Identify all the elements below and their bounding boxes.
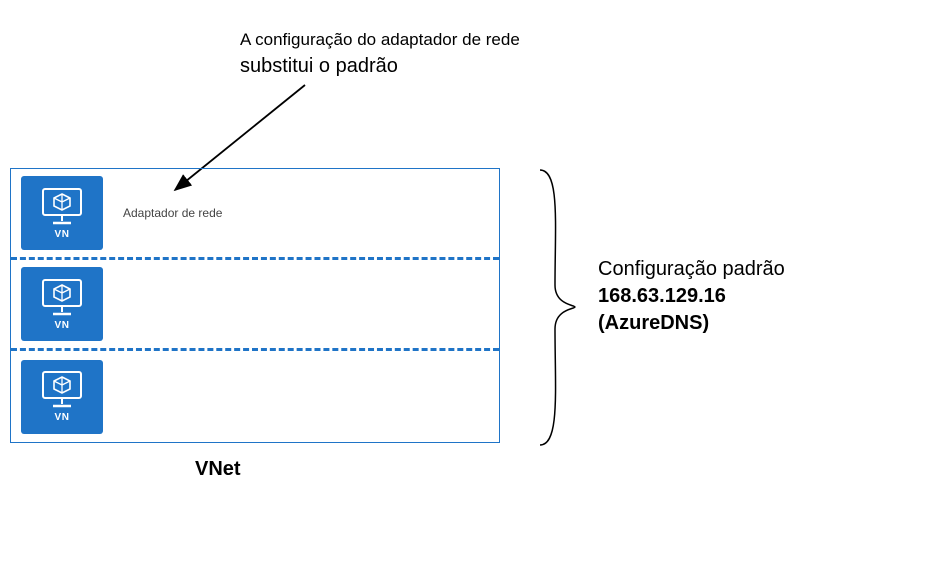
subnet-row: VN <box>11 260 499 351</box>
annotation-text-1: A configuração do adaptador de rede <box>240 30 520 50</box>
annotation-text-2: substitui o padrão <box>240 55 398 78</box>
vm-monitor-cube-icon: VN <box>21 176 103 250</box>
config-ip: 168.63.129.16 <box>598 285 785 308</box>
config-title: Configuração padrão <box>598 258 785 281</box>
subnet-row: VN Adaptador de rede <box>11 169 499 260</box>
adapter-label: Adaptador de rede <box>123 206 222 220</box>
vm-monitor-cube-icon: VN <box>21 360 103 434</box>
diagram-canvas: A configuração do adaptador de rede subs… <box>0 0 940 580</box>
right-brace-icon <box>530 165 580 450</box>
vnet-title: VNet <box>195 458 241 481</box>
vm-badge-label: VN <box>55 412 70 423</box>
vnet-container: VN Adaptador de rede VN <box>10 168 500 443</box>
subnet-row: VN <box>11 351 499 442</box>
vm-badge-label: VN <box>55 229 70 240</box>
config-service: (AzureDNS) <box>598 312 785 335</box>
config-text-block: Configuração padrão 168.63.129.16 (Azure… <box>598 258 785 335</box>
vm-monitor-cube-icon: VN <box>21 267 103 341</box>
vm-badge-label: VN <box>55 320 70 331</box>
